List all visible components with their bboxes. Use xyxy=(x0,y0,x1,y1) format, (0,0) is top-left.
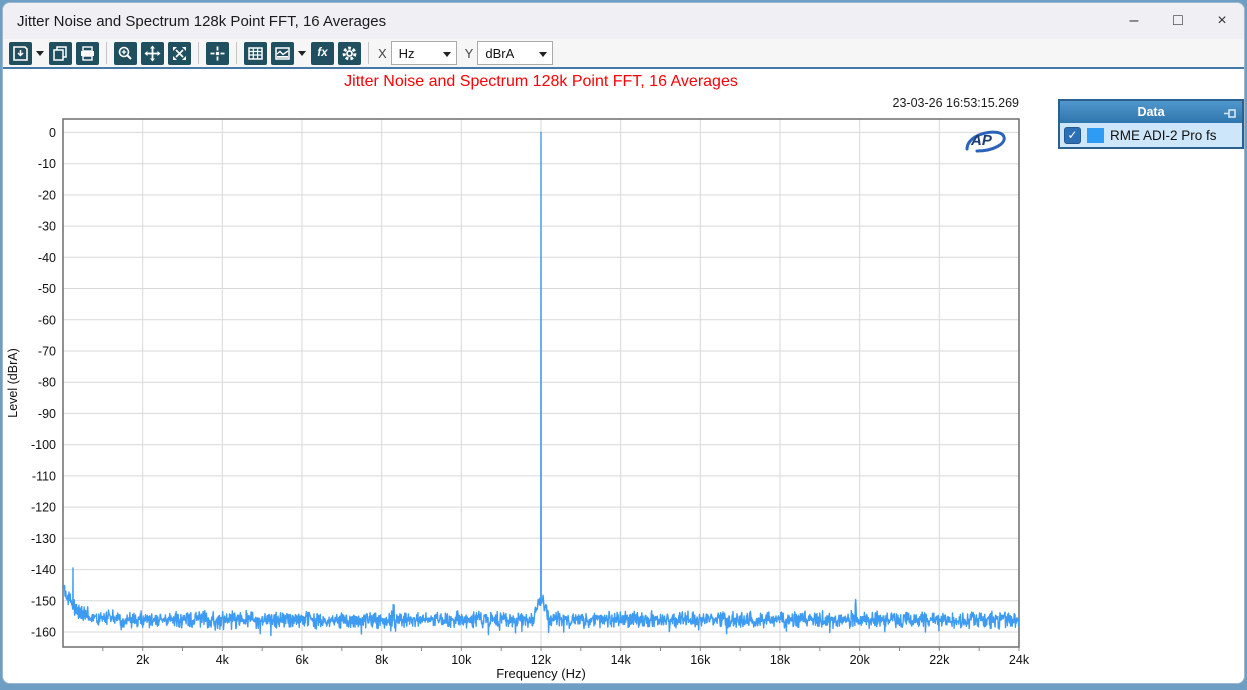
data-panel-header[interactable]: Data xyxy=(1060,101,1242,123)
maximize-button[interactable]: □ xyxy=(1156,3,1200,39)
y-axis-letter: Y xyxy=(465,46,474,61)
table-icon xyxy=(247,45,264,62)
window-title: Jitter Noise and Spectrum 128k Point FFT… xyxy=(3,13,386,30)
x-unit-value: Hz xyxy=(399,46,415,61)
svg-text:22k: 22k xyxy=(929,653,950,667)
svg-text:8k: 8k xyxy=(375,653,389,667)
expand-icon xyxy=(171,45,188,62)
svg-text:14k: 14k xyxy=(611,653,632,667)
graph-dropdown-caret-icon[interactable] xyxy=(298,51,306,56)
svg-text:-140: -140 xyxy=(31,563,56,577)
svg-text:-120: -120 xyxy=(31,501,56,515)
data-panel-title: Data xyxy=(1137,105,1164,119)
cursor-button[interactable] xyxy=(206,42,229,65)
svg-text:Level (dBrA): Level (dBrA) xyxy=(6,348,20,417)
save-icon xyxy=(12,45,29,62)
app-window: Jitter Noise and Spectrum 128k Point FFT… xyxy=(2,2,1245,684)
svg-text:2k: 2k xyxy=(136,653,150,667)
copy-icon xyxy=(52,45,69,62)
crosshair-cursor-icon xyxy=(209,45,226,62)
svg-text:-50: -50 xyxy=(38,282,56,296)
gear-icon xyxy=(341,45,358,62)
series-label: RME ADI-2 Pro fs xyxy=(1110,128,1217,143)
x-axis-letter: X xyxy=(378,46,387,61)
svg-text:24k: 24k xyxy=(1009,653,1030,667)
pan-button[interactable] xyxy=(141,42,164,65)
chart-area: Jitter Noise and Spectrum 128k Point FFT… xyxy=(3,69,1244,683)
toolbar-separator xyxy=(106,42,107,64)
svg-text:-110: -110 xyxy=(32,469,56,483)
window-controls: – □ × xyxy=(1112,3,1244,39)
svg-text:16k: 16k xyxy=(690,653,711,667)
toolbar-separator xyxy=(236,42,237,64)
title-bar[interactable]: Jitter Noise and Spectrum 128k Point FFT… xyxy=(3,3,1244,39)
fx-icon: fx xyxy=(317,47,327,59)
y-unit-select[interactable]: dBrA xyxy=(477,41,553,65)
svg-text:-40: -40 xyxy=(38,251,56,265)
svg-text:-130: -130 xyxy=(31,532,56,546)
svg-text:18k: 18k xyxy=(770,653,791,667)
svg-text:-160: -160 xyxy=(31,626,56,640)
series-color-swatch xyxy=(1087,128,1104,143)
zoom-button[interactable] xyxy=(114,42,137,65)
pan-icon xyxy=(144,45,161,62)
svg-text:-150: -150 xyxy=(31,594,56,608)
expand-button[interactable] xyxy=(168,42,191,65)
print-icon xyxy=(79,45,96,62)
pin-icon[interactable] xyxy=(1223,105,1237,127)
svg-text:AP: AP xyxy=(970,132,993,149)
ap-logo: AP xyxy=(953,121,1009,157)
copy-button[interactable] xyxy=(49,42,72,65)
svg-text:-10: -10 xyxy=(38,157,56,171)
svg-text:-70: -70 xyxy=(38,345,56,359)
svg-text:20k: 20k xyxy=(850,653,871,667)
settings-button[interactable] xyxy=(338,42,361,65)
graph-icon xyxy=(274,45,291,62)
svg-text:-90: -90 xyxy=(38,407,56,421)
minimize-button[interactable]: – xyxy=(1112,3,1156,39)
data-panel: Data ✓ RME ADI-2 Pro fs xyxy=(1058,99,1244,149)
table-button[interactable] xyxy=(244,42,267,65)
svg-text:0: 0 xyxy=(49,126,56,140)
spectrum-plot[interactable]: 0 -10 -20 -30 -40 -50 -60 -70 -80 -90 -100 -110 -120… xyxy=(3,89,1043,683)
toolbar-separator xyxy=(368,42,369,64)
graph-button[interactable] xyxy=(271,42,294,65)
svg-text:6k: 6k xyxy=(295,653,309,667)
y-unit-value: dBrA xyxy=(485,46,514,61)
svg-text:-20: -20 xyxy=(38,188,56,202)
toolbar: fx X Hz Y dBrA xyxy=(3,39,1244,69)
save-button[interactable] xyxy=(9,42,32,65)
legend-item-row[interactable]: ✓ RME ADI-2 Pro fs xyxy=(1060,123,1242,147)
svg-text:4k: 4k xyxy=(216,653,230,667)
svg-text:-80: -80 xyxy=(38,376,56,390)
svg-text:10k: 10k xyxy=(451,653,472,667)
svg-text:-30: -30 xyxy=(38,220,56,234)
chevron-down-icon xyxy=(539,52,547,57)
chevron-down-icon xyxy=(443,52,451,57)
svg-text:-60: -60 xyxy=(38,313,56,327)
x-unit-select[interactable]: Hz xyxy=(391,41,457,65)
svg-text:Frequency (Hz): Frequency (Hz) xyxy=(496,666,586,681)
toolbar-separator xyxy=(198,42,199,64)
print-button[interactable] xyxy=(76,42,99,65)
zoom-in-icon xyxy=(117,45,134,62)
svg-text:-100: -100 xyxy=(31,438,56,452)
save-dropdown-caret-icon[interactable] xyxy=(36,51,44,56)
function-button[interactable]: fx xyxy=(311,42,334,65)
svg-text:12k: 12k xyxy=(531,653,552,667)
series-checkbox[interactable]: ✓ xyxy=(1064,127,1081,144)
close-button[interactable]: × xyxy=(1200,3,1244,39)
